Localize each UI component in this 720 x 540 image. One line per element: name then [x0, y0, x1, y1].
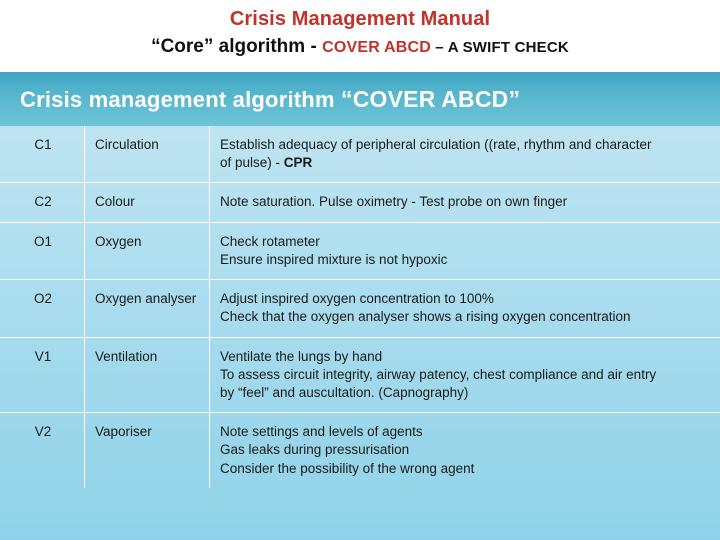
table-row: V2 Vaporiser Note settings and levels of a…: [0, 412, 720, 488]
row-description: Establish adequacy of peripheral circula…: [209, 126, 720, 184]
row-description-line: Gas leaks during pressurisation: [220, 442, 410, 458]
table-row: O2 Oxygen analyser Adjust inspired oxygen …: [0, 279, 720, 338]
banner-label-plain: Crisis management algorithm: [20, 86, 342, 112]
algorithm-table: C1 Circulation Establish adequacy of perip…: [0, 126, 720, 488]
row-description-line: Adjust inspired oxygen concentration to …: [220, 291, 494, 307]
row-description-line: Check that the oxygen analyser shows a r…: [220, 309, 631, 325]
row-code: V1: [0, 336, 85, 414]
header-block: Crisis Management Manual “Core” algorith…: [0, 0, 720, 58]
subtitle-cover-text: COVER ABCD: [322, 39, 432, 56]
row-name: Oxygen analyser: [84, 279, 210, 338]
row-description-line: To assess circuit integrity, airway pate…: [220, 366, 657, 382]
row-code: O2: [0, 279, 85, 338]
section-banner: Crisis management algorithm “COVER ABCD”: [0, 72, 720, 126]
row-description-line: Check rotameter: [220, 233, 320, 249]
slide: Crisis Management Manual “Core” algorith…: [0, 0, 720, 540]
row-description-line: Ventilate the lungs by hand: [220, 348, 383, 364]
table-row: V1 Ventilation Ventilate the lungs by hand…: [0, 336, 720, 414]
row-code: C1: [0, 126, 85, 184]
row-description: Ventilate the lungs by hand To assess cir…: [209, 336, 720, 414]
row-name: Colour: [84, 182, 210, 223]
row-description-line: Consider the possibility of the wrong ag…: [220, 460, 475, 476]
table-row: C2 Colour Note saturation. Pulse oximetry …: [0, 182, 720, 223]
row-code: C2: [0, 182, 85, 223]
row-description-line: Establish adequacy of peripheral circula…: [220, 137, 652, 152]
table-row: C1 Circulation Establish adequacy of perip…: [0, 126, 720, 184]
section-banner-label: Crisis management algorithm “COVER ABCD”: [20, 86, 520, 113]
subtitle-swift-text: A SWIFT CHECK: [447, 39, 569, 56]
row-name: Ventilation: [84, 336, 210, 414]
algorithm-table-body: C1 Circulation Establish adequacy of perip…: [0, 126, 720, 488]
row-description-line: Note settings and levels of agents: [220, 424, 423, 440]
row-name: Oxygen: [84, 221, 210, 281]
row-code: V2: [0, 412, 85, 488]
row-description-line: of pulse) - CPR: [220, 155, 313, 171]
row-name: Vaporiser: [84, 412, 210, 488]
page-title: Crisis Management Manual: [229, 8, 491, 30]
algorithm-table-container: C1 Circulation Establish adequacy of perip…: [0, 126, 720, 540]
table-row: O1 Oxygen Check rotameter Ensure inspired m…: [0, 221, 720, 281]
page-subtitle: “Core” algorithm - COVER ABCD – A SWIFT …: [0, 36, 720, 58]
banner-label-quoted: “COVER ABCD”: [341, 85, 521, 112]
row-description-emphasis: CPR: [283, 155, 313, 171]
row-description-line: by “feel” and auscultation. (Capnography…: [220, 384, 469, 400]
subtitle-dash: –: [431, 39, 448, 56]
row-description: Check rotameter Ensure inspired mixture i…: [209, 221, 720, 281]
row-description: Note saturation. Pulse oximetry - Test p…: [209, 182, 720, 223]
row-name: Circulation: [84, 126, 210, 184]
subtitle-core-text: “Core” algorithm -: [151, 36, 323, 57]
row-description-line: Note saturation. Pulse oximetry - Test p…: [220, 194, 568, 210]
row-description: Adjust inspired oxygen concentration to …: [209, 279, 720, 338]
row-description-line: Ensure inspired mixture is not hypoxic: [220, 251, 448, 267]
row-description: Note settings and levels of agents Gas le…: [209, 412, 720, 488]
row-code: O1: [0, 221, 85, 281]
